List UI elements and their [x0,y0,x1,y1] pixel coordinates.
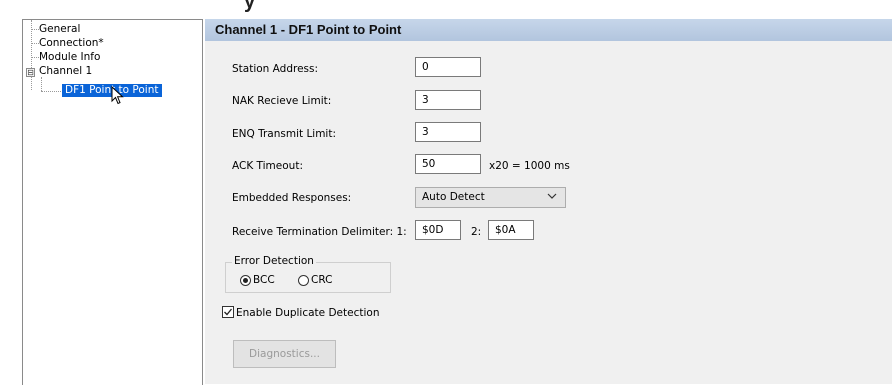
tree-connector [31,20,32,90]
crc-radio[interactable] [298,275,309,286]
panel-title: Channel 1 - DF1 Point to Point [215,22,402,37]
tree-item-module-info[interactable]: Module Info [39,51,100,64]
delimiter-2-label: 2: [471,226,482,238]
tree-connector [31,29,39,30]
navigation-tree: General Connection* Module Info ⊟ Channe… [22,19,203,385]
tree-connector [31,43,39,44]
delimiter-label: Receive Termination Delimiter: 1: [232,226,407,238]
station-address-label: Station Address: [232,63,319,75]
duplicate-detection-checkbox[interactable] [222,306,234,318]
crc-label: CRC [311,274,333,286]
tree-connector [31,57,39,58]
bcc-radio[interactable] [240,275,251,286]
delimiter-2-input[interactable]: $0A [488,220,534,240]
mouse-pointer-icon [111,86,124,105]
tree-item-general[interactable]: General [39,23,80,36]
delimiter-1-input[interactable]: $0D [415,220,461,240]
collapse-icon[interactable]: ⊟ [26,68,35,77]
bcc-label: BCC [253,274,275,286]
nak-limit-label: NAK Recieve Limit: [232,95,332,107]
panel-header: Channel 1 - DF1 Point to Point [205,19,892,41]
ack-timeout-label: ACK Timeout: [232,160,303,172]
duplicate-detection-label: Enable Duplicate Detection [236,307,380,319]
window-title-fragment: y [244,0,256,13]
embedded-responses-value: Auto Detect [422,191,485,203]
tree-connector [41,77,42,91]
enq-limit-input[interactable]: 3 [415,122,481,142]
enq-limit-label: ENQ Transmit Limit: [232,128,337,140]
tree-item-connection[interactable]: Connection* [39,37,104,50]
ack-timeout-input[interactable]: 50 [415,154,481,174]
embedded-responses-select[interactable]: Auto Detect [415,187,566,208]
nak-limit-input[interactable]: 3 [415,90,481,110]
error-detection-group: Error Detection BCC CRC [225,255,391,293]
error-detection-legend: Error Detection [232,255,316,267]
embedded-responses-label: Embedded Responses: [232,192,352,204]
checkmark-icon [224,308,233,316]
tree-connector [41,91,61,92]
chevron-down-icon [547,193,557,199]
tree-item-channel-1[interactable]: Channel 1 [39,65,92,78]
diagnostics-button[interactable]: Diagnostics... [233,340,336,368]
properties-panel: Channel 1 - DF1 Point to Point Station A… [205,19,892,384]
ack-timeout-unit: x20 = 1000 ms [489,160,570,172]
station-address-input[interactable]: 0 [415,57,481,77]
